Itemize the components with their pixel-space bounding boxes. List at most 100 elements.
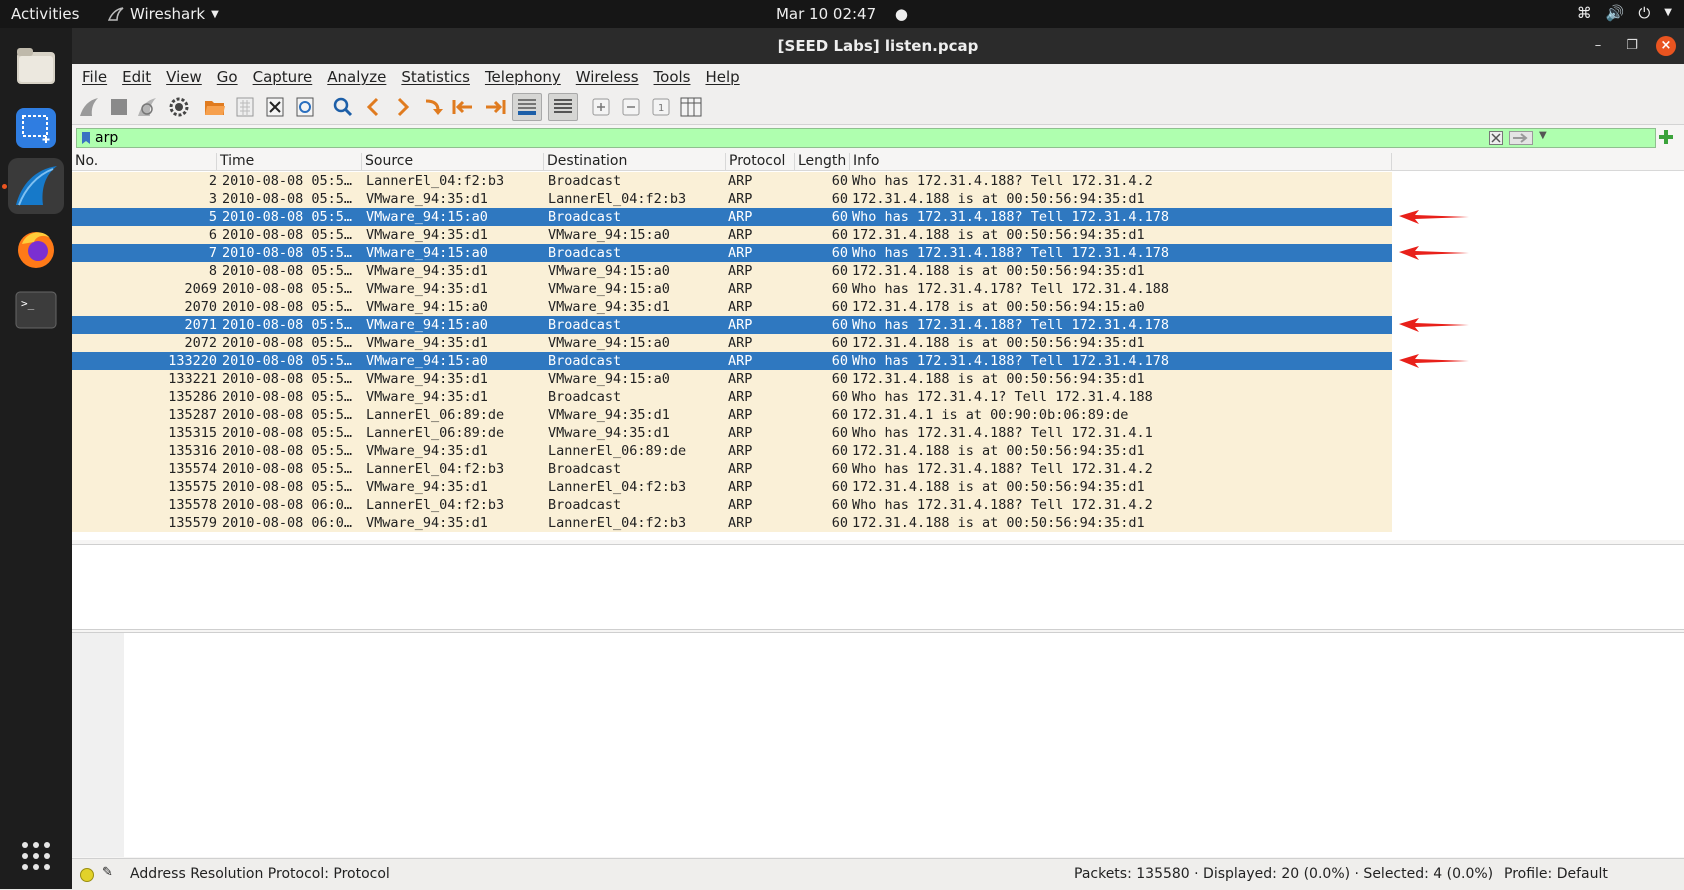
packet-info: 172.31.4.188 is at 00:50:56:94:35:d1: [852, 227, 1145, 243]
menu-tools[interactable]: Tools: [654, 68, 691, 86]
go-to-packet-button[interactable]: [420, 94, 446, 120]
packet-destination: LannerEl_04:f2:b3: [548, 515, 687, 531]
clock[interactable]: Mar 10 02:47: [776, 5, 876, 23]
profile-label[interactable]: Profile: Default: [1504, 866, 1608, 882]
packet-row[interactable]: 135579 2010-08-08 06:0… VMware_94:35:d1 Lan…: [72, 514, 1392, 532]
autoscroll-toggle[interactable]: [512, 93, 542, 121]
terminal-app[interactable]: >_: [8, 282, 64, 338]
app-menu[interactable]: Wireshark ▼: [108, 5, 219, 23]
column-length[interactable]: Length: [795, 153, 850, 170]
packet-row[interactable]: 133220 2010-08-08 05:5… VMware_94:15:a0 Bro…: [72, 352, 1392, 370]
column-source[interactable]: Source: [362, 153, 544, 170]
packet-length: 60: [831, 389, 848, 405]
packet-row[interactable]: 135578 2010-08-08 06:0… LannerEl_04:f2:b3 B…: [72, 496, 1392, 514]
menu-go[interactable]: Go: [217, 68, 238, 86]
column-time[interactable]: Time: [217, 153, 362, 170]
packet-row[interactable]: 135574 2010-08-08 05:5… LannerEl_04:f2:b3 B…: [72, 460, 1392, 478]
last-packet-button[interactable]: [482, 94, 508, 120]
firefox-app[interactable]: [8, 220, 64, 276]
column-no[interactable]: No.: [72, 153, 217, 170]
window-title: [SEED Labs] listen.pcap: [777, 37, 979, 55]
packet-row[interactable]: 2071 2010-08-08 05:5… VMware_94:15:a0 Broad…: [72, 316, 1392, 334]
packet-protocol: ARP: [728, 335, 753, 351]
filter-history-chevron-icon[interactable]: ▼: [1539, 130, 1547, 141]
bookmark-icon[interactable]: [81, 131, 91, 145]
go-back-button[interactable]: [360, 94, 386, 120]
files-app[interactable]: [8, 38, 64, 94]
start-capture-button[interactable]: [76, 94, 102, 120]
packet-row[interactable]: 7 2010-08-08 05:5… VMware_94:15:a0 Broadcas…: [72, 244, 1392, 262]
stop-capture-button[interactable]: [106, 94, 132, 120]
find-packet-button[interactable]: [330, 94, 356, 120]
packet-row[interactable]: 2072 2010-08-08 05:5… VMware_94:35:d1 VMwar…: [72, 334, 1392, 352]
network-icon[interactable]: ⌘: [1577, 4, 1592, 22]
close-file-icon: [266, 97, 284, 117]
restore-button[interactable]: ❐: [1622, 36, 1642, 56]
close-button[interactable]: ×: [1656, 36, 1676, 56]
packet-bytes-pane[interactable]: [72, 632, 1684, 857]
menu-statistics[interactable]: Statistics: [401, 68, 470, 86]
resize-columns-button[interactable]: [678, 94, 704, 120]
column-info[interactable]: Info: [850, 153, 1392, 170]
packet-length: 60: [831, 371, 848, 387]
activities-button[interactable]: Activities: [11, 5, 79, 23]
menu-analyze[interactable]: Analyze: [327, 68, 386, 86]
packet-time: 2010-08-08 05:5…: [222, 173, 353, 189]
restart-capture-button[interactable]: [134, 94, 160, 120]
packet-row[interactable]: 6 2010-08-08 05:5… VMware_94:35:d1 VMware_9…: [72, 226, 1392, 244]
packet-row[interactable]: 8 2010-08-08 05:5… VMware_94:35:d1 VMware_9…: [72, 262, 1392, 280]
colorize-toggle[interactable]: [548, 93, 578, 121]
screenshot-app[interactable]: [8, 100, 64, 156]
zoom-in-button[interactable]: [588, 94, 614, 120]
packet-no: 135574: [168, 461, 217, 477]
volume-icon[interactable]: 🔊: [1606, 4, 1625, 22]
wireshark-app[interactable]: [2, 158, 64, 214]
menu-help[interactable]: Help: [705, 68, 739, 86]
packet-row[interactable]: 135315 2010-08-08 05:5… LannerEl_06:89:de V…: [72, 424, 1392, 442]
packet-row[interactable]: 3 2010-08-08 05:5… VMware_94:35:d1 LannerEl…: [72, 190, 1392, 208]
menu-telephony[interactable]: Telephony: [485, 68, 561, 86]
menu-view[interactable]: View: [166, 68, 202, 86]
chevron-down-icon[interactable]: ▼: [1664, 4, 1672, 22]
chevron-left-icon: [366, 97, 379, 117]
window-titlebar[interactable]: [SEED Labs] listen.pcap – ❐ ×: [72, 28, 1684, 64]
display-filter-input[interactable]: [95, 129, 1475, 147]
jump-arrow-icon: [425, 99, 443, 115]
packet-row[interactable]: 2 2010-08-08 05:5… LannerEl_04:f2:b3 Broadc…: [72, 172, 1392, 190]
packet-row[interactable]: 135316 2010-08-08 05:5… VMware_94:35:d1 Lan…: [72, 442, 1392, 460]
zoom-out-button[interactable]: [618, 94, 644, 120]
packet-row[interactable]: 135286 2010-08-08 05:5… VMware_94:35:d1 Bro…: [72, 388, 1392, 406]
menu-wireless[interactable]: Wireless: [576, 68, 639, 86]
capture-options-button[interactable]: [166, 94, 192, 120]
packet-row[interactable]: 133221 2010-08-08 05:5… VMware_94:35:d1 VMw…: [72, 370, 1392, 388]
show-apps-button[interactable]: [8, 828, 64, 884]
column-protocol[interactable]: Protocol: [726, 153, 795, 170]
add-filter-button-icon[interactable]: [1658, 129, 1674, 145]
packet-row[interactable]: 2069 2010-08-08 05:5… VMware_94:35:d1 VMwar…: [72, 280, 1392, 298]
column-destination[interactable]: Destination: [544, 153, 726, 170]
expert-info-icon[interactable]: [80, 868, 94, 882]
menu-capture[interactable]: Capture: [253, 68, 313, 86]
packet-row[interactable]: 5 2010-08-08 05:5… VMware_94:15:a0 Broadcas…: [72, 208, 1392, 226]
go-forward-button[interactable]: [390, 94, 416, 120]
save-file-button[interactable]: [232, 94, 258, 120]
power-icon[interactable]: ⏻: [1638, 4, 1650, 22]
open-file-button[interactable]: [202, 94, 228, 120]
packet-no: 7: [208, 245, 217, 261]
apply-filter-icon[interactable]: [1509, 131, 1533, 145]
first-packet-button[interactable]: [450, 94, 476, 120]
packet-row[interactable]: 135575 2010-08-08 05:5… VMware_94:35:d1 Lan…: [72, 478, 1392, 496]
menu-edit[interactable]: Edit: [122, 68, 151, 86]
packet-row[interactable]: 135287 2010-08-08 05:5… LannerEl_06:89:de V…: [72, 406, 1392, 424]
packet-row[interactable]: 2070 2010-08-08 05:5… VMware_94:15:a0 VMwar…: [72, 298, 1392, 316]
close-file-button[interactable]: [262, 94, 288, 120]
edit-comment-icon[interactable]: ✎: [102, 865, 113, 880]
menu-file[interactable]: File: [82, 68, 107, 86]
packet-source: VMware_94:35:d1: [366, 443, 488, 459]
clear-filter-icon[interactable]: [1489, 131, 1503, 145]
minimize-button[interactable]: –: [1588, 36, 1608, 56]
packet-details-pane[interactable]: [72, 544, 1684, 630]
packet-source: LannerEl_04:f2:b3: [366, 461, 505, 477]
normal-size-button[interactable]: 1: [648, 94, 674, 120]
reload-file-button[interactable]: [292, 94, 318, 120]
